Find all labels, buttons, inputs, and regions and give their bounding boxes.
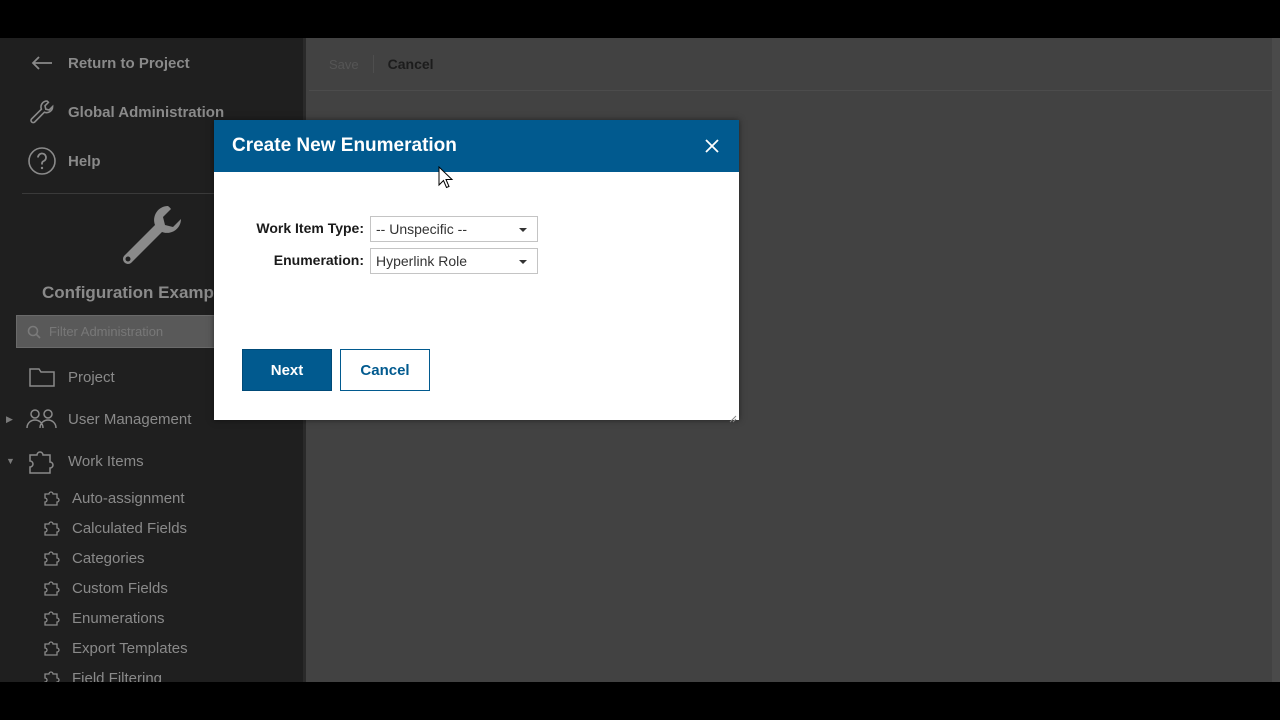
- sidebar-item-field-filtering[interactable]: Field Filtering: [0, 665, 300, 682]
- wrench-icon: [22, 96, 62, 128]
- enumeration-select[interactable]: Hyperlink Role: [370, 248, 538, 274]
- sidebar-item-label: Auto-assignment: [72, 489, 185, 507]
- work-item-type-value: -- Unspecific --: [376, 221, 468, 237]
- puzzle-icon: [42, 578, 62, 598]
- puzzle-icon: [42, 518, 62, 538]
- sidebar-item-enumerations[interactable]: Enumerations: [0, 605, 300, 631]
- toolbar-separator: [372, 55, 374, 73]
- next-button[interactable]: Next: [242, 349, 332, 391]
- puzzle-icon: [42, 638, 62, 658]
- main-scrollbar[interactable]: [1272, 38, 1280, 682]
- dropdown-arrow-icon: [519, 228, 527, 232]
- puzzle-icon: [42, 608, 62, 628]
- app-window: Return to Project Global Administration …: [0, 38, 1280, 682]
- work-item-type-row: Work Item Type: -- Unspecific --: [214, 216, 739, 242]
- sidebar-item-label: Enumerations: [72, 609, 165, 627]
- caret-right-icon[interactable]: ▶: [6, 414, 16, 425]
- users-icon: [24, 405, 60, 433]
- question-circle-icon: [22, 145, 62, 177]
- tree-item-work-items[interactable]: ▼ Work Items: [0, 446, 300, 476]
- tree-item-label: User Management: [68, 410, 192, 428]
- tree-item-label: Work Items: [68, 452, 144, 470]
- dialog-title: Create New Enumeration: [232, 135, 457, 156]
- return-to-project-link[interactable]: Return to Project: [0, 45, 300, 81]
- sidebar-item-export-templates[interactable]: Export Templates: [0, 635, 300, 661]
- search-icon: [27, 325, 41, 339]
- sidebar-item-label: Export Templates: [72, 639, 188, 657]
- tree-item-label: Project: [68, 368, 115, 386]
- work-item-type-label: Work Item Type:: [256, 220, 364, 236]
- mouse-cursor-icon: [438, 166, 454, 189]
- enumeration-row: Enumeration: Hyperlink Role: [214, 248, 739, 274]
- save-button[interactable]: Save: [329, 57, 359, 72]
- caret-down-icon[interactable]: ▼: [6, 456, 16, 466]
- puzzle-icon: [42, 548, 62, 568]
- cancel-button[interactable]: Cancel: [340, 349, 430, 391]
- close-icon[interactable]: [701, 135, 723, 157]
- folder-icon: [24, 363, 60, 391]
- enumeration-value: Hyperlink Role: [376, 253, 468, 269]
- toolbar: Save Cancel: [309, 38, 1280, 91]
- sidebar-item-label: Custom Fields: [72, 579, 168, 597]
- global-administration-label: Global Administration: [68, 103, 225, 121]
- project-wrench-icon: [116, 202, 190, 272]
- arrow-left-icon: [22, 47, 62, 79]
- sidebar-item-auto-assignment[interactable]: Auto-assignment: [0, 485, 300, 511]
- create-enumeration-dialog: Create New Enumeration Work Item Type: -…: [214, 120, 739, 423]
- sidebar-item-label: Field Filtering: [72, 669, 163, 683]
- sidebar-item-custom-fields[interactable]: Custom Fields: [0, 575, 300, 601]
- help-label: Help: [68, 152, 101, 170]
- puzzle-icon: [42, 488, 62, 508]
- puzzle-icon: [24, 447, 60, 475]
- sidebar-item-label: Categories: [72, 549, 145, 567]
- enumeration-label: Enumeration:: [273, 252, 364, 268]
- project-name: Configuration Example: [42, 283, 229, 302]
- dialog-header: Create New Enumeration: [214, 120, 739, 172]
- sidebar-item-calculated-fields[interactable]: Calculated Fields: [0, 515, 300, 541]
- sidebar-item-label: Calculated Fields: [72, 519, 188, 537]
- resize-handle-icon[interactable]: [729, 410, 737, 423]
- toolbar-cancel-button[interactable]: Cancel: [388, 56, 434, 72]
- return-to-project-label: Return to Project: [68, 54, 190, 72]
- work-item-type-select[interactable]: -- Unspecific --: [370, 216, 538, 242]
- sidebar-item-categories[interactable]: Categories: [0, 545, 300, 571]
- puzzle-icon: [42, 668, 62, 682]
- dropdown-arrow-icon: [519, 260, 527, 264]
